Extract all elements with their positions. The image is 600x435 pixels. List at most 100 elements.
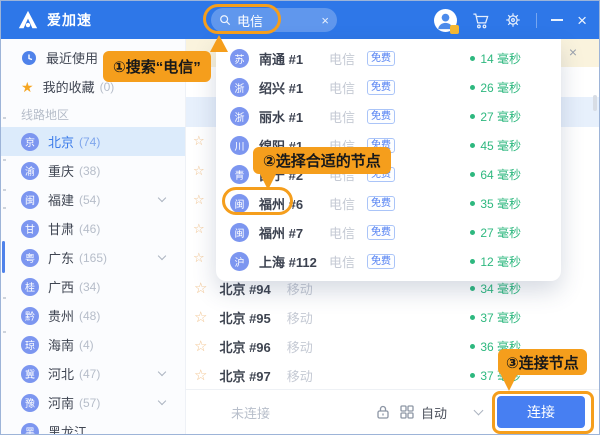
sidebar-item-heilongjiang[interactable]: 黑 黑龙江 (1, 417, 185, 435)
free-tag: 免费 (367, 225, 395, 240)
sidebar-section-label: 线路地区 (1, 101, 185, 127)
mode-grid-icon[interactable] (399, 404, 415, 420)
favorites-label: 我的收藏 (43, 77, 95, 96)
annotation-ring-fuzhou6 (222, 187, 293, 215)
sidebar-item-chongqing[interactable]: 渝 重庆 (38) (1, 156, 185, 185)
annotation-step2: ②选择合适的节点 (253, 147, 391, 174)
settings-gear-icon[interactable] (504, 11, 522, 29)
banner-close-icon[interactable]: × (569, 45, 577, 59)
favorite-star-icon[interactable]: ☆ (193, 164, 205, 177)
latency-value: 26 毫秒 (480, 79, 521, 96)
free-tag: 免费 (367, 254, 395, 269)
latency-dot (470, 259, 475, 264)
latency-value: 64 毫秒 (480, 166, 521, 183)
province-badge: 琼 (21, 336, 39, 354)
clock-icon (21, 50, 37, 66)
search-result-row[interactable]: 浙 丽水 #1 电信 免费 27 毫秒 (216, 102, 561, 131)
search-clear-icon[interactable]: × (321, 14, 329, 27)
favorite-star-icon[interactable]: ☆ (193, 193, 205, 206)
chevron-down-icon (158, 397, 166, 405)
lock-icon[interactable] (375, 404, 391, 420)
favorite-star-icon[interactable]: ☆ (193, 134, 205, 147)
latency-dot (470, 56, 475, 61)
search-result-row[interactable]: 苏 南通 #1 电信 免费 14 毫秒 (216, 44, 561, 73)
latency-value: 12 毫秒 (480, 253, 521, 270)
app-window: 爱加速 × (0, 0, 600, 435)
province-badge: 浙 (230, 107, 249, 126)
latency-dot (470, 344, 475, 349)
favorite-star-icon[interactable]: ☆ (194, 281, 207, 296)
close-button[interactable]: × (577, 12, 587, 29)
favorite-star-icon[interactable]: ☆ (193, 251, 205, 264)
chevron-down-icon[interactable] (474, 405, 484, 415)
sidebar-item-beijing[interactable]: 京 北京 (74) (1, 127, 185, 156)
list-scrollbar-thumb[interactable] (593, 95, 597, 111)
chevron-down-icon (158, 368, 166, 376)
province-badge: 粤 (21, 249, 39, 267)
latency-dot (470, 315, 475, 320)
sidebar: 最近使用 (10) ★ 我的收藏 (0) 线路地区 京 北京 (74) 渝 重庆… (1, 39, 186, 434)
province-badge: 川 (230, 136, 249, 155)
latency-dot (470, 286, 475, 291)
free-tag: 免费 (367, 196, 395, 211)
latency-value: 35 毫秒 (480, 195, 521, 212)
app-logo-icon (17, 9, 39, 31)
recent-label: 最近使用 (46, 48, 98, 67)
annotation-arrow-up-icon (210, 35, 228, 52)
sidebar-item-hebei[interactable]: 冀 河北 (47) (1, 359, 185, 388)
free-tag: 免费 (367, 109, 395, 124)
sidebar-item-gansu[interactable]: 甘 甘肃 (46) (1, 214, 185, 243)
minimize-button[interactable] (551, 19, 563, 21)
cart-icon[interactable] (471, 11, 490, 30)
province-badge: 沪 (230, 252, 249, 271)
connection-status: 未连接 (231, 403, 270, 422)
mode-label[interactable]: 自动 (421, 403, 447, 422)
annotation-ring-connect (492, 391, 594, 434)
province-badge: 闽 (21, 191, 39, 209)
sidebar-item-guizhou[interactable]: 黔 贵州 (48) (1, 301, 185, 330)
latency-value: 37 毫秒 (480, 309, 521, 326)
latency-value: 14 毫秒 (480, 50, 521, 67)
app-title: 爱加速 (47, 10, 92, 30)
chevron-down-icon (158, 252, 166, 260)
user-avatar[interactable] (434, 9, 457, 32)
latency-dot (470, 143, 475, 148)
latency-value: 27 毫秒 (480, 224, 521, 241)
latency-dot (470, 201, 475, 206)
sidebar-item-hainan[interactable]: 琼 海南 (4) (1, 330, 185, 359)
node-row[interactable]: ☆ 北京 #95 移动 37 毫秒 (186, 303, 599, 332)
province-badge: 桂 (21, 278, 39, 296)
province-badge: 冀 (21, 365, 39, 383)
latency-value: 45 毫秒 (480, 137, 521, 154)
province-badge: 闽 (230, 223, 249, 242)
avatar-vip-badge (450, 25, 459, 34)
search-result-row[interactable]: 闽 福州 #7 电信 免费 27 毫秒 (216, 218, 561, 247)
annotation-ring-search (203, 4, 281, 34)
favorite-star-icon[interactable]: ☆ (194, 310, 207, 325)
province-badge: 豫 (21, 394, 39, 412)
free-tag: 免费 (367, 51, 395, 66)
latency-dot (470, 230, 475, 235)
titlebar-divider (536, 13, 537, 28)
favorite-star-icon[interactable]: ☆ (194, 339, 207, 354)
latency-dot (470, 373, 475, 378)
sidebar-index-scrollbar[interactable] (1, 39, 8, 434)
province-badge: 浙 (230, 78, 249, 97)
chevron-down-icon (158, 194, 166, 202)
sidebar-item-fujian[interactable]: 闽 福建 (54) (1, 185, 185, 214)
sidebar-item-guangxi[interactable]: 桂 广西 (34) (1, 272, 185, 301)
favorite-star-icon[interactable]: ☆ (193, 222, 205, 235)
latency-dot (470, 85, 475, 90)
sidebar-item-henan[interactable]: 豫 河南 (57) (1, 388, 185, 417)
index-scroll-thumb[interactable] (2, 241, 5, 273)
search-result-row[interactable]: 沪 上海 #112 电信 免费 12 毫秒 (216, 247, 561, 276)
titlebar: 爱加速 × (1, 1, 599, 39)
province-badge: 甘 (21, 220, 39, 238)
search-result-row[interactable]: 浙 绍兴 #1 电信 免费 26 毫秒 (216, 73, 561, 102)
province-badge: 苏 (230, 49, 249, 68)
app-logo: 爱加速 (17, 9, 92, 31)
titlebar-actions: × (434, 1, 599, 39)
province-badge: 黑 (21, 423, 39, 435)
sidebar-item-guangdong[interactable]: 粤 广东 (165) (1, 243, 185, 272)
favorite-star-icon[interactable]: ☆ (194, 368, 207, 383)
